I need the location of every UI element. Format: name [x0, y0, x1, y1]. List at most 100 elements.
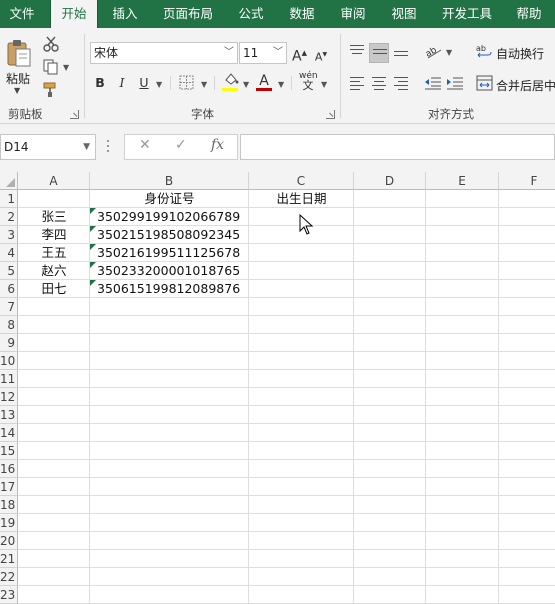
fill-color-icon[interactable]	[222, 72, 240, 88]
row-header-6[interactable]: 6	[0, 280, 18, 298]
font-size-select[interactable]: 11 ﹀	[239, 42, 287, 64]
row-header-12[interactable]: 12	[0, 388, 18, 406]
row-header-13[interactable]: 13	[0, 406, 18, 424]
tab-home[interactable]: 开始	[50, 0, 98, 28]
copy-dropdown-icon[interactable]: ▼	[63, 63, 69, 72]
font-color-dropdown-icon[interactable]: ▼	[278, 80, 284, 89]
increase-indent-icon[interactable]	[446, 75, 464, 91]
align-right-button[interactable]	[391, 73, 411, 93]
number-as-text-indicator-icon[interactable]	[90, 244, 96, 250]
underline-dropdown-icon[interactable]: ▼	[156, 80, 162, 89]
row-header-14[interactable]: 14	[0, 424, 18, 442]
orientation-button[interactable]: ab	[424, 41, 444, 61]
decrease-indent-icon[interactable]	[424, 75, 442, 91]
row-header-23[interactable]: 23	[0, 586, 18, 604]
align-middle-button[interactable]	[369, 43, 389, 63]
align-left-button[interactable]	[347, 73, 367, 93]
bold-button[interactable]: B	[92, 73, 108, 93]
underline-button[interactable]: U	[137, 73, 151, 93]
select-all-button[interactable]	[0, 172, 18, 190]
insert-function-button[interactable]: fx	[211, 137, 224, 153]
cell-b4[interactable]: 350216199511125678	[97, 244, 249, 262]
row-header-15[interactable]: 15	[0, 442, 18, 460]
row-header-3[interactable]: 3	[0, 226, 18, 244]
number-as-text-indicator-icon[interactable]	[90, 280, 96, 286]
cell-a5[interactable]: 赵六	[18, 262, 90, 280]
borders-icon[interactable]	[178, 75, 196, 91]
font-launcher-icon[interactable]	[326, 110, 335, 119]
cell-b2[interactable]: 350299199102066789	[97, 208, 249, 226]
tab-developer[interactable]: 开发工具	[437, 0, 497, 28]
copy-icon[interactable]	[42, 59, 60, 75]
row-header-22[interactable]: 22	[0, 568, 18, 586]
cell-b5[interactable]: 350233200001018765	[97, 262, 249, 280]
tab-file[interactable]: 文件	[0, 0, 44, 28]
spreadsheet-grid[interactable]: A B C D E F 1 2 3 4 5 6 7 8 9 10 11 12 13 14 15 16 17 18 19 20 21 2…	[0, 172, 555, 604]
align-top-button[interactable]	[347, 41, 367, 61]
cell-a3[interactable]: 李四	[18, 226, 90, 244]
column-header-b[interactable]: B	[90, 172, 249, 190]
wrap-text-button[interactable]: 自动换行	[496, 45, 544, 62]
format-painter-icon[interactable]	[42, 82, 60, 98]
row-header-16[interactable]: 16	[0, 460, 18, 478]
row-header-8[interactable]: 8	[0, 316, 18, 334]
column-header-f[interactable]: F	[499, 172, 555, 190]
tab-data[interactable]: 数据	[280, 0, 324, 28]
row-header-1[interactable]: 1	[0, 190, 18, 208]
number-as-text-indicator-icon[interactable]	[90, 208, 96, 214]
row-header-17[interactable]: 17	[0, 478, 18, 496]
column-header-a[interactable]: A	[18, 172, 90, 190]
column-header-d[interactable]: D	[354, 172, 426, 190]
paste-button[interactable]: 粘贴	[6, 70, 30, 87]
cut-icon[interactable]	[42, 36, 60, 52]
formula-input[interactable]	[240, 134, 555, 160]
enter-icon[interactable]: ✓	[175, 137, 187, 153]
tab-insert[interactable]: 插入	[103, 0, 147, 28]
tab-review[interactable]: 审阅	[331, 0, 375, 28]
cell-a4[interactable]: 王五	[18, 244, 90, 262]
align-bottom-button[interactable]	[391, 43, 411, 63]
row-header-9[interactable]: 9	[0, 334, 18, 352]
cell-a2[interactable]: 张三	[18, 208, 90, 226]
orientation-dropdown-icon[interactable]: ▼	[446, 48, 452, 57]
drag-handle-icon[interactable]	[107, 140, 110, 154]
cell-c1[interactable]: 出生日期	[249, 190, 354, 208]
number-as-text-indicator-icon[interactable]	[90, 262, 96, 268]
tab-view[interactable]: 视图	[382, 0, 426, 28]
row-header-4[interactable]: 4	[0, 244, 18, 262]
column-header-e[interactable]: E	[426, 172, 499, 190]
align-center-button[interactable]	[369, 73, 389, 93]
paste-dropdown-icon[interactable]: ▼	[14, 86, 20, 95]
shrink-font-button[interactable]: A▼	[314, 45, 328, 65]
grow-font-button[interactable]: A▲	[292, 43, 307, 65]
row-header-19[interactable]: 19	[0, 514, 18, 532]
cancel-icon[interactable]: ✕	[139, 137, 151, 153]
merge-center-button[interactable]: 合并后居中	[496, 77, 555, 94]
cell-b3[interactable]: 350215198508092345	[97, 226, 249, 244]
column-header-c[interactable]: C	[249, 172, 354, 190]
borders-dropdown-icon[interactable]: ▼	[201, 80, 207, 89]
number-as-text-indicator-icon[interactable]	[90, 226, 96, 232]
tab-help[interactable]: 帮助	[507, 0, 551, 28]
row-header-5[interactable]: 5	[0, 262, 18, 280]
row-header-7[interactable]: 7	[0, 298, 18, 316]
phonetic-dropdown-icon[interactable]: ▼	[321, 80, 327, 89]
phonetic-button[interactable]: wén 文	[299, 71, 318, 91]
row-header-11[interactable]: 11	[0, 370, 18, 388]
font-name-select[interactable]: 宋体 ﹀	[90, 42, 238, 64]
cell-b1[interactable]: 身份证号	[90, 190, 249, 208]
row-header-20[interactable]: 20	[0, 532, 18, 550]
name-box[interactable]: D14 ▼	[0, 134, 96, 160]
fill-color-dropdown-icon[interactable]: ▼	[243, 80, 249, 89]
paste-icon[interactable]	[6, 38, 32, 68]
row-header-18[interactable]: 18	[0, 496, 18, 514]
row-header-21[interactable]: 21	[0, 550, 18, 568]
row-header-2[interactable]: 2	[0, 208, 18, 226]
row-header-10[interactable]: 10	[0, 352, 18, 370]
tab-formulas[interactable]: 公式	[229, 0, 273, 28]
clipboard-launcher-icon[interactable]	[70, 110, 79, 119]
cell-a6[interactable]: 田七	[18, 280, 90, 298]
italic-button[interactable]: I	[115, 73, 129, 93]
tab-page-layout[interactable]: 页面布局	[158, 0, 218, 28]
cell-b6[interactable]: 350615199812089876	[97, 280, 249, 298]
